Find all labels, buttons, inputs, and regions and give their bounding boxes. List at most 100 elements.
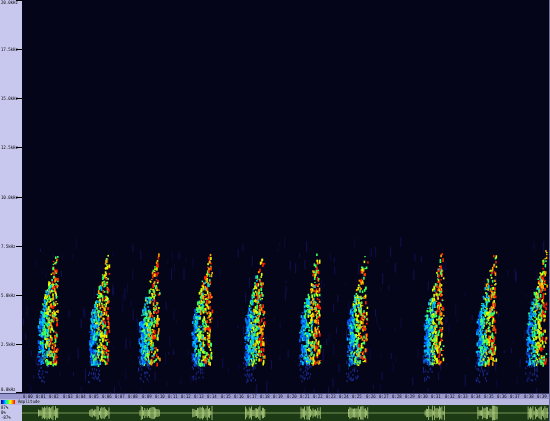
noise-mark	[59, 371, 61, 377]
noise-mark	[279, 243, 281, 247]
noise-mark	[266, 380, 268, 393]
noise-mark	[440, 362, 442, 371]
noise-mark	[448, 324, 450, 333]
noise-mark	[173, 263, 175, 273]
noise-mark	[511, 348, 512, 353]
noise-mark	[512, 340, 514, 344]
noise-mark	[380, 287, 382, 291]
noise-mark	[427, 388, 429, 392]
noise-mark	[446, 363, 448, 366]
noise-mark	[75, 238, 77, 249]
noise-mark	[543, 241, 545, 253]
noise-mark	[188, 350, 190, 356]
noise-mark	[487, 367, 489, 375]
waveform-view[interactable]	[22, 405, 550, 421]
noise-mark	[446, 316, 448, 323]
noise-mark	[438, 372, 440, 380]
noise-mark	[390, 353, 392, 359]
noise-mark	[26, 305, 28, 317]
call-syllable	[345, 256, 369, 383]
spectrogram-canvas	[23, 237, 548, 393]
noise-mark	[370, 248, 372, 257]
noise-mark	[507, 269, 509, 276]
noise-mark	[333, 343, 335, 356]
noise-mark	[414, 253, 416, 261]
noise-mark	[387, 259, 389, 263]
noise-mark	[464, 374, 466, 387]
noise-mark	[73, 372, 74, 376]
noise-mark	[190, 374, 192, 383]
noise-mark	[321, 279, 322, 289]
call-syllable	[88, 254, 111, 384]
noise-mark	[93, 286, 95, 298]
noise-mark	[498, 313, 499, 318]
noise-mark	[173, 352, 175, 355]
noise-mark	[533, 242, 535, 250]
noise-mark	[332, 378, 334, 388]
noise-mark	[334, 266, 336, 275]
noise-mark	[222, 358, 224, 368]
noise-mark	[185, 257, 187, 262]
noise-mark	[60, 270, 62, 277]
noise-mark	[167, 260, 169, 264]
frequency-tick-label: 7.5kHz	[1, 244, 16, 249]
noise-mark	[132, 269, 134, 280]
noise-mark	[375, 309, 376, 317]
noise-mark	[40, 248, 41, 252]
noise-mark	[394, 327, 396, 332]
noise-mark	[175, 319, 177, 323]
noise-mark	[237, 249, 239, 258]
noise-mark	[171, 268, 172, 281]
noise-mark	[249, 277, 250, 288]
noise-mark	[173, 310, 175, 320]
noise-mark	[289, 260, 291, 270]
noise-mark	[395, 263, 397, 273]
noise-mark	[388, 285, 390, 291]
noise-mark	[271, 359, 272, 370]
noise-mark	[114, 386, 115, 393]
noise-mark	[284, 292, 286, 301]
noise-mark	[279, 355, 281, 361]
noise-mark	[68, 310, 70, 317]
spectrogram-window: 20.0kHz 17.5kHz 15.0kHz 12.5kHz 10.0kHz 7.5kH…	[0, 0, 550, 421]
noise-mark	[287, 350, 289, 359]
noise-mark	[376, 316, 378, 325]
noise-mark	[277, 249, 279, 252]
frequency-tick-label: 5.0kHz	[1, 293, 16, 298]
noise-mark	[303, 373, 305, 376]
noise-mark	[158, 347, 160, 351]
noise-mark	[515, 272, 517, 283]
noise-mark	[178, 252, 180, 260]
noise-mark	[483, 278, 485, 286]
noise-mark	[390, 247, 392, 257]
noise-mark	[137, 319, 139, 331]
noise-mark	[353, 238, 355, 249]
noise-mark	[417, 349, 419, 358]
noise-mark	[192, 258, 194, 268]
noise-mark	[382, 273, 384, 285]
noise-mark	[501, 275, 503, 279]
noise-mark	[125, 369, 127, 380]
noise-mark	[279, 322, 281, 329]
noise-mark	[375, 251, 377, 257]
call-syllable	[422, 253, 445, 382]
noise-mark	[503, 350, 505, 353]
call-syllable	[37, 256, 59, 384]
noise-mark	[514, 268, 516, 280]
noise-mark	[238, 363, 240, 370]
noise-mark	[124, 288, 126, 300]
noise-mark	[364, 330, 365, 341]
noise-mark	[136, 317, 138, 322]
noise-mark	[333, 257, 335, 263]
noise-mark	[413, 270, 415, 280]
noise-mark	[379, 328, 381, 331]
noise-mark	[112, 251, 114, 257]
noise-mark	[519, 358, 521, 368]
spectrogram-view[interactable]	[22, 0, 549, 393]
noise-mark	[42, 270, 44, 274]
noise-mark	[147, 379, 149, 383]
noise-mark	[183, 268, 185, 280]
noise-mark	[84, 307, 86, 320]
noise-mark	[266, 335, 267, 345]
noise-mark	[395, 357, 397, 363]
